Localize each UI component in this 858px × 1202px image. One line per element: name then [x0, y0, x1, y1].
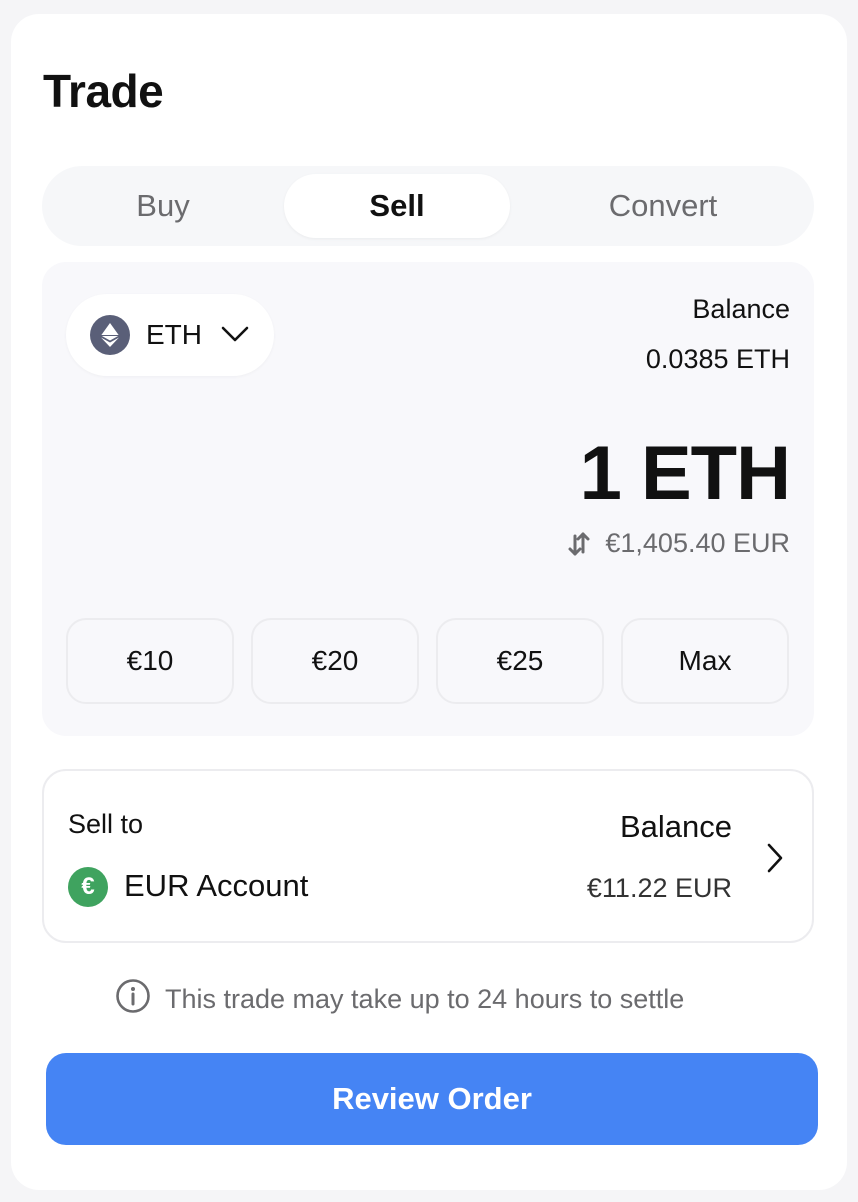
- coin-selector[interactable]: ETH: [66, 294, 274, 376]
- quick-amount-10-button[interactable]: €10: [66, 618, 234, 704]
- coin-symbol: ETH: [146, 319, 202, 350]
- swap-arrows-icon[interactable]: [567, 530, 591, 558]
- quick-amounts: €10 €20 €25 Max: [66, 618, 790, 704]
- euro-icon: €: [68, 867, 108, 907]
- account-balance-value: €11.22 EUR: [586, 873, 732, 903]
- fiat-equivalent: €1,405.40 EUR: [567, 528, 790, 559]
- tab-buy[interactable]: Buy: [50, 174, 276, 238]
- sell-to-account[interactable]: Sell to € EUR Account Balance €11.22 EUR: [42, 769, 814, 943]
- balance-value: 0.0385 ETH: [645, 344, 790, 374]
- tab-sell[interactable]: Sell: [284, 174, 510, 238]
- chevron-down-icon: [220, 322, 250, 351]
- review-order-button[interactable]: Review Order: [46, 1053, 818, 1145]
- chevron-right-icon: [764, 841, 786, 880]
- trade-tabs: Buy Sell Convert: [42, 166, 814, 246]
- quick-amount-max-button[interactable]: Max: [621, 618, 789, 704]
- fiat-value: €1,405.40 EUR: [605, 528, 790, 558]
- trade-card: Trade Buy Sell Convert ETH Balance 0.038…: [11, 14, 847, 1190]
- info-icon: [115, 978, 151, 1021]
- amount-display[interactable]: 1 ETH: [580, 430, 791, 517]
- quick-amount-20-button[interactable]: €20: [251, 618, 419, 704]
- quick-amount-25-button[interactable]: €25: [436, 618, 604, 704]
- settlement-notice: This trade may take up to 24 hours to se…: [115, 978, 684, 1021]
- account-balance-label: Balance: [619, 809, 732, 844]
- ethereum-icon: [90, 315, 130, 355]
- page-title: Trade: [43, 65, 164, 117]
- notice-text: This trade may take up to 24 hours to se…: [165, 984, 685, 1014]
- amount-panel: ETH Balance 0.0385 ETH 1 ETH €1,405.40 E…: [42, 262, 814, 736]
- balance-label: Balance: [692, 294, 790, 324]
- account-name: EUR Account: [124, 868, 309, 903]
- sell-to-label: Sell to: [68, 809, 144, 839]
- tab-convert[interactable]: Convert: [540, 174, 786, 238]
